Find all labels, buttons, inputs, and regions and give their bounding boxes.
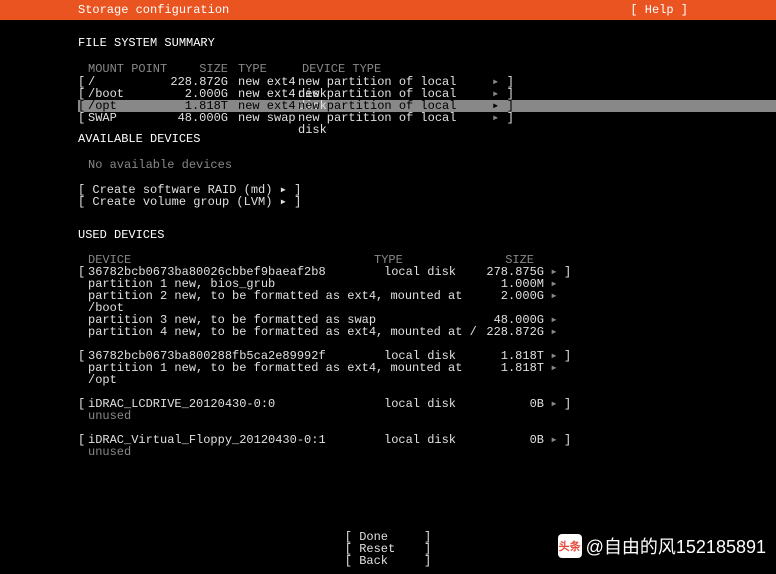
partition-desc: partition 4 new, to be formatted as ext4… [88, 326, 484, 338]
fs-device-type: new partition of local disk [298, 112, 492, 124]
chevron-right-icon: ▸ [544, 326, 564, 338]
fs-row[interactable]: [SWAP48.000Gnew swapnew partition of loc… [78, 112, 776, 124]
partition-desc: partition 1 new, to be formatted as ext4… [88, 362, 484, 386]
header-type: TYPE [228, 62, 278, 76]
chevron-right-icon: ▸ [544, 434, 564, 446]
help-button[interactable]: [ Help ] [630, 3, 776, 17]
device-size: 0B [474, 398, 544, 410]
page-title: Storage configuration [0, 3, 229, 17]
fs-mount: SWAP [88, 112, 168, 124]
partition-row[interactable]: partition 1 new, to be formatted as ext4… [78, 362, 776, 386]
no-devices-label: No available devices [78, 158, 776, 172]
chevron-right-icon: ▸ [544, 398, 564, 410]
device-name: iDRAC_Virtual_Floppy_20120430-0:1 [88, 434, 384, 446]
used-title: USED DEVICES [78, 228, 776, 242]
chevron-right-icon: ▸ [544, 290, 564, 314]
device-name: iDRAC_LCDRIVE_20120430-0:0 [88, 398, 384, 410]
partition-size: 1.818T [484, 362, 544, 386]
device-row[interactable]: [iDRAC_LCDRIVE_20120430-0:0local disk0B▸… [78, 398, 776, 410]
unused-label: unused [78, 410, 776, 422]
create-lvm-action[interactable]: [ Create volume group (LVM) ▸ ] [78, 196, 776, 208]
device-type: local disk [384, 266, 474, 278]
used-devices-list: [36782bcb0673ba80026cbbef9baeaf2b8local … [78, 266, 776, 458]
device-type: local disk [384, 398, 474, 410]
header-mount: MOUNT POINT [88, 62, 168, 76]
device-type: local disk [384, 434, 474, 446]
unused-label: unused [78, 446, 776, 458]
partition-size: 228.872G [484, 326, 544, 338]
device-group: [iDRAC_Virtual_Floppy_20120430-0:1local … [78, 434, 776, 458]
fs-type: new swap [238, 112, 298, 124]
fs-summary-title: FILE SYSTEM SUMMARY [78, 36, 776, 50]
header-size: SIZE [168, 62, 228, 76]
watermark-icon: 头条 [558, 534, 582, 558]
header-bar: Storage configuration [ Help ] [0, 0, 776, 20]
partition-size: 2.000G [484, 290, 544, 314]
partition-row[interactable]: partition 4 new, to be formatted as ext4… [78, 326, 776, 338]
fs-size: 48.000G [168, 112, 238, 124]
chevron-right-icon: ▸ [492, 112, 504, 124]
device-group: [36782bcb0673ba800288fb5ca2e89992flocal … [78, 350, 776, 386]
device-group: [36782bcb0673ba80026cbbef9baeaf2b8local … [78, 266, 776, 338]
fs-column-headers: MOUNT POINTSIZETYPEDEVICE TYPE [78, 62, 776, 76]
partition-desc: partition 2 new, to be formatted as ext4… [88, 290, 484, 314]
fs-summary-table: [/228.872Gnew ext4new partition of local… [78, 76, 776, 124]
chevron-right-icon: ▸ [544, 362, 564, 386]
device-size: 0B [474, 434, 544, 446]
header-device-type: DEVICE TYPE [278, 62, 381, 76]
device-group: [iDRAC_LCDRIVE_20120430-0:0local disk0B▸… [78, 398, 776, 422]
watermark-text: @自由的风152185891 [586, 533, 766, 559]
device-row[interactable]: [iDRAC_Virtual_Floppy_20120430-0:1local … [78, 434, 776, 446]
available-title: AVAILABLE DEVICES [78, 132, 776, 146]
partition-row[interactable]: partition 2 new, to be formatted as ext4… [78, 290, 776, 314]
watermark: 头条 @自由的风152185891 [558, 533, 766, 559]
main-content: FILE SYSTEM SUMMARY MOUNT POINTSIZETYPED… [0, 20, 776, 458]
